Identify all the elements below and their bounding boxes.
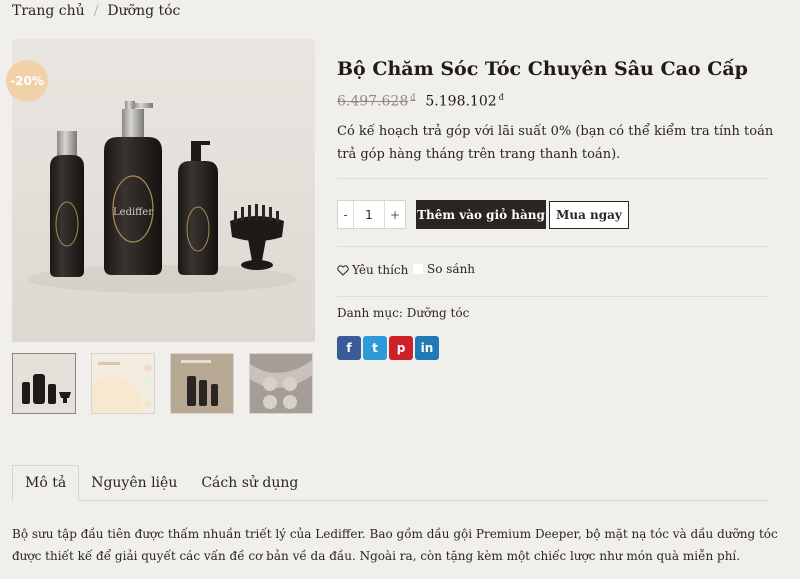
category-label: Danh mục: [337, 306, 403, 320]
breadcrumb-home-link[interactable]: Trang chủ [12, 3, 85, 19]
wishlist-label: Yêu thích [352, 263, 409, 277]
quantity-decrease-button[interactable]: - [338, 201, 353, 228]
share-buttons: f t p in [337, 336, 439, 360]
compare-checkbox[interactable] [413, 264, 423, 274]
discount-badge: -20% [6, 60, 48, 102]
tabs-divider [12, 500, 769, 501]
thumbnail-4[interactable] [249, 353, 313, 414]
pinterest-icon[interactable]: p [389, 336, 413, 360]
tab-description[interactable]: Mô tả [12, 465, 80, 501]
thumbnail-3[interactable] [170, 353, 234, 414]
tab-usage[interactable]: Cách sử dụng [189, 465, 310, 501]
product-title: Bộ Chăm Sóc Tóc Chuyên Sâu Cao Cấp [337, 58, 748, 80]
twitter-icon[interactable]: t [363, 336, 387, 360]
divider [337, 246, 769, 247]
buy-now-button[interactable]: Mua ngay [549, 201, 629, 229]
facebook-icon[interactable]: f [337, 336, 361, 360]
current-price: 5.198.102 đ [425, 93, 504, 110]
product-main-image[interactable]: Lediffer [12, 39, 315, 342]
breadcrumb: Trang chủ / Dưỡng tóc [12, 3, 180, 19]
heart-icon [337, 264, 349, 276]
tab-ingredients[interactable]: Nguyên liệu [79, 465, 189, 501]
compare-label: So sánh [427, 262, 476, 276]
breadcrumb-current-link[interactable]: Dưỡng tóc [107, 3, 180, 19]
product-photo: Lediffer [12, 39, 315, 342]
linkedin-icon[interactable]: in [415, 336, 439, 360]
category-link[interactable]: Dưỡng tóc [407, 306, 470, 320]
product-description: Bộ sưu tập đầu tiên được thấm nhuần triế… [12, 527, 778, 563]
breadcrumb-separator: / [93, 3, 99, 19]
old-price: 6.497.628 đ [337, 93, 416, 110]
product-tabs: Mô tả Nguyên liệu Cách sử dụng [12, 465, 310, 501]
quantity-input[interactable]: 1 [353, 201, 385, 228]
installment-info: Có kế hoạch trả góp với lãi suất 0% (bạn… [337, 124, 774, 162]
divider [337, 178, 769, 179]
thumbnail-2[interactable] [91, 353, 155, 414]
brand-label-big: Lediffer [113, 207, 153, 218]
add-to-cart-button[interactable]: Thêm vào giỏ hàng [416, 200, 546, 229]
price-row: 6.497.628 đ 5.198.102 đ [337, 93, 504, 110]
quantity-stepper: - 1 + [337, 200, 406, 229]
divider [337, 296, 769, 297]
product-category: Danh mục: Dưỡng tóc [337, 306, 469, 320]
quantity-increase-button[interactable]: + [385, 201, 405, 228]
wishlist-button[interactable]: Yêu thích [337, 263, 408, 277]
thumbnail-strip [12, 353, 313, 414]
thumbnail-1[interactable] [12, 353, 76, 414]
compare-button[interactable]: So sánh [413, 262, 475, 276]
